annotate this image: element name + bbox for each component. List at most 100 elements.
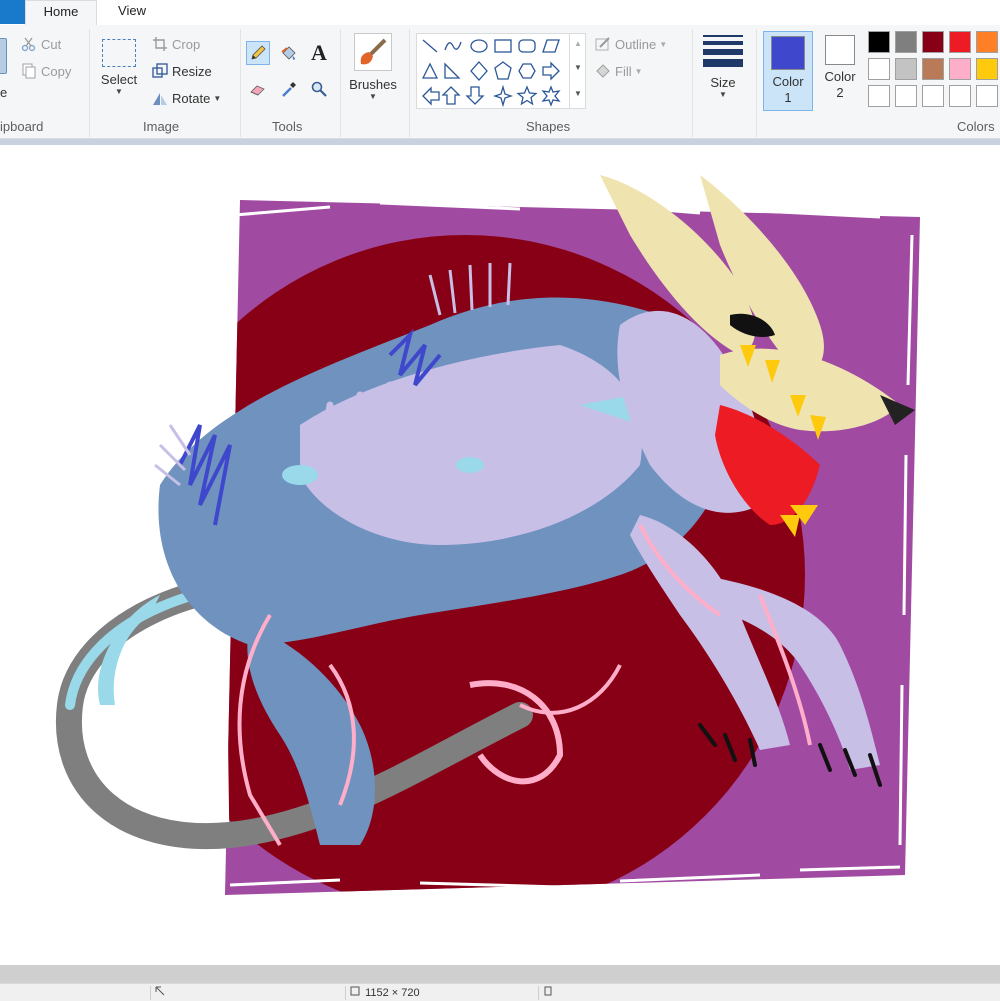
select-icon (102, 39, 136, 67)
palette-swatch[interactable] (868, 85, 890, 107)
brushes-label: Brushes (349, 77, 397, 92)
horizontal-scrollbar[interactable] (0, 965, 1000, 983)
palette-swatch[interactable] (922, 85, 944, 107)
palette-swatch[interactable] (868, 31, 890, 53)
cut-button[interactable]: Cut (20, 35, 61, 53)
eraser-tool-button[interactable] (246, 77, 270, 101)
image-group-label: Image (143, 119, 180, 134)
ribbon: e Cut Copy ipboard Select ▼ Crop Resize (0, 25, 1000, 139)
chevron-down-icon: ▼ (115, 87, 123, 96)
palette-swatch[interactable] (895, 31, 917, 53)
shapes-grid (421, 39, 561, 108)
palette-swatch[interactable] (976, 85, 998, 107)
tab-view[interactable]: View (100, 0, 164, 25)
copy-icon (20, 62, 38, 80)
drawing-canvas[interactable] (0, 145, 1000, 965)
resize-icon (151, 62, 169, 80)
tools-group-label: Tools (272, 119, 303, 134)
shapes-scroll[interactable]: ▲ ▼ ▼ (569, 33, 586, 109)
color1-number: 1 (784, 90, 792, 105)
palette-swatch[interactable] (895, 85, 917, 107)
expand-gallery-icon[interactable]: ▼ (570, 81, 586, 107)
eraser-icon (249, 80, 267, 98)
five-point-star-shape-icon (516, 85, 538, 106)
palette-swatch[interactable] (868, 58, 890, 80)
palette-swatch[interactable] (976, 31, 998, 53)
brushes-button[interactable]: Brushes ▼ (346, 33, 400, 113)
rotate-label: Rotate (172, 90, 211, 106)
text-icon: A (311, 40, 327, 65)
size-button[interactable]: Size ▼ (698, 33, 748, 113)
rotate-button[interactable]: Rotate ▼ (151, 89, 221, 107)
curve-shape-icon (444, 41, 462, 51)
magnifier-tool-button[interactable] (307, 77, 331, 101)
fill-tool-button[interactable] (277, 41, 301, 65)
separator (89, 29, 90, 137)
color2-swatch (825, 35, 855, 65)
pencil-tool-button[interactable] (246, 41, 270, 65)
color1-button[interactable]: Color 1 (763, 31, 813, 111)
tab-home[interactable]: Home (25, 0, 97, 25)
outline-pen-icon (594, 35, 612, 53)
separator (756, 29, 757, 137)
file-size-icon (538, 986, 563, 1000)
size-label: Size (710, 75, 736, 90)
separator (240, 29, 241, 137)
palette-swatch[interactable] (922, 31, 944, 53)
cursor-position-icon (150, 986, 175, 1000)
separator (340, 29, 341, 137)
crop-button[interactable]: Crop (151, 35, 200, 53)
shapes-group-label: Shapes (526, 119, 571, 134)
copy-button[interactable]: Copy (20, 62, 71, 80)
image-dimensions: 1152 × 720 (345, 986, 500, 1000)
left-arrow-shape-icon (422, 86, 440, 106)
chevron-down-icon: ▼ (213, 93, 222, 103)
paste-label: e (0, 85, 8, 100)
fill-label: Fill (615, 63, 632, 79)
resize-button[interactable]: Resize (151, 62, 212, 80)
fill-bucket-icon (594, 62, 612, 80)
rectangle-shape-icon (494, 39, 512, 53)
separator (409, 29, 410, 137)
hexagon-shape-icon (518, 63, 536, 79)
file-tab[interactable] (0, 0, 25, 24)
magnifier-icon (310, 80, 328, 98)
paste-button[interactable]: e (0, 33, 8, 113)
triangle-shape-icon (421, 62, 439, 79)
chevron-down-icon: ▼ (719, 90, 727, 99)
outline-label: Outline (615, 36, 657, 52)
copy-label: Copy (41, 63, 72, 79)
artwork-creature-drawing (55, 175, 920, 895)
color2-label: Color (824, 69, 856, 84)
color2-button[interactable]: Color 2 (815, 31, 865, 111)
palette-swatch[interactable] (922, 58, 944, 80)
fill-button[interactable]: Fill ▼ (594, 62, 643, 80)
up-arrow-shape-icon (441, 86, 461, 105)
color2-number: 2 (836, 85, 844, 100)
palette-swatch[interactable] (949, 31, 971, 53)
outline-button[interactable]: Outline ▼ (594, 35, 667, 53)
paint-bucket-icon (280, 44, 298, 62)
six-point-star-shape-icon (541, 85, 561, 107)
four-point-star-shape-icon (492, 84, 514, 108)
eyedropper-icon (280, 80, 298, 98)
palette-swatch[interactable] (949, 58, 971, 80)
color1-label: Color (772, 74, 804, 89)
select-button[interactable]: Select ▼ (96, 33, 142, 113)
dimensions-text: 1152 × 720 (365, 987, 420, 999)
clipboard-group-label: ipboard (0, 119, 44, 134)
palette-swatch[interactable] (895, 58, 917, 80)
rotate-icon (151, 89, 169, 107)
palette-swatch[interactable] (949, 85, 971, 107)
color-picker-tool-button[interactable] (277, 77, 301, 101)
chevron-down-icon[interactable]: ▼ (570, 55, 586, 81)
crop-icon (151, 35, 169, 53)
shapes-gallery (416, 33, 586, 109)
text-tool-button[interactable]: A (307, 40, 331, 65)
chevron-down-icon: ▼ (659, 39, 668, 49)
chevron-down-icon: ▼ (634, 66, 643, 76)
right-triangle-shape-icon (444, 62, 461, 79)
chevron-up-icon[interactable]: ▲ (570, 33, 586, 55)
palette-swatch[interactable] (976, 58, 998, 80)
ribbon-tabs: Home View (0, 0, 1000, 26)
